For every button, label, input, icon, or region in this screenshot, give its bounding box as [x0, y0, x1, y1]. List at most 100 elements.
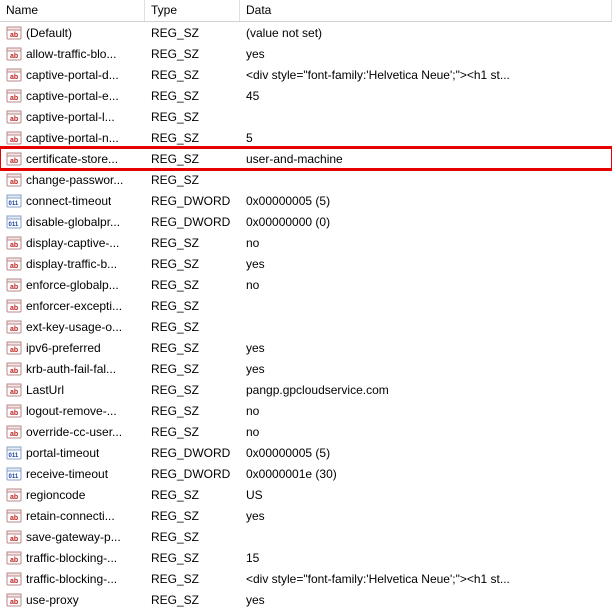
value-name: save-gateway-p...: [26, 530, 121, 544]
cell-data: user-and-machine: [240, 152, 612, 166]
registry-value-row[interactable]: save-gateway-p... REG_SZ: [0, 526, 612, 547]
cell-type: REG_DWORD: [145, 446, 240, 460]
cell-name: traffic-blocking-...: [0, 571, 145, 587]
registry-value-row[interactable]: change-passwor...REG_SZ: [0, 169, 612, 190]
cell-name: captive-portal-d...: [0, 67, 145, 83]
cell-name: captive-portal-l...: [0, 109, 145, 125]
cell-data: yes: [240, 257, 612, 271]
registry-value-row[interactable]: captive-portal-e...REG_SZ45: [0, 85, 612, 106]
registry-value-row[interactable]: logout-remove-...REG_SZno: [0, 400, 612, 421]
cell-data: 0x0000001e (30): [240, 467, 612, 481]
cell-data: 45: [240, 89, 612, 103]
registry-value-row[interactable]: ipv6-preferredREG_SZyes: [0, 337, 612, 358]
string-icon: [6, 361, 22, 377]
string-icon: [6, 151, 22, 167]
cell-type: REG_SZ: [145, 278, 240, 292]
registry-value-row[interactable]: traffic-blocking-...REG_SZ<div style="fo…: [0, 568, 612, 589]
cell-name: receive-timeout: [0, 466, 145, 482]
value-name: captive-portal-n...: [26, 131, 119, 145]
cell-data: yes: [240, 593, 612, 607]
column-header-type[interactable]: Type: [145, 0, 240, 21]
registry-value-row[interactable]: display-traffic-b...REG_SZyes: [0, 253, 612, 274]
registry-value-row[interactable]: allow-traffic-blo...REG_SZyes: [0, 43, 612, 64]
column-header-name[interactable]: Name: [0, 0, 145, 21]
registry-value-row[interactable]: override-cc-user...REG_SZno: [0, 421, 612, 442]
registry-value-row[interactable]: ext-key-usage-o...REG_SZ: [0, 316, 612, 337]
cell-name: krb-auth-fail-fal...: [0, 361, 145, 377]
cell-type: REG_SZ: [145, 299, 240, 313]
registry-value-row[interactable]: connect-timeoutREG_DWORD0x00000005 (5): [0, 190, 612, 211]
cell-name: logout-remove-...: [0, 403, 145, 419]
cell-type: REG_SZ: [145, 551, 240, 565]
registry-value-row[interactable]: portal-timeoutREG_DWORD0x00000005 (5): [0, 442, 612, 463]
cell-data: no: [240, 278, 612, 292]
value-name: override-cc-user...: [26, 425, 122, 439]
registry-value-row[interactable]: disable-globalpr... REG_DWORD0x00000000 (…: [0, 211, 612, 232]
cell-type: REG_SZ: [145, 530, 240, 544]
value-name: connect-timeout: [26, 194, 111, 208]
column-header-data[interactable]: Data: [240, 0, 612, 21]
cell-name: ext-key-usage-o...: [0, 319, 145, 335]
registry-value-row[interactable]: enforcer-excepti...REG_SZ: [0, 295, 612, 316]
value-name: logout-remove-...: [26, 404, 117, 418]
value-name: use-proxy: [26, 593, 79, 607]
cell-data: 0x00000000 (0): [240, 215, 612, 229]
value-name: ext-key-usage-o...: [26, 320, 122, 334]
cell-name: (Default): [0, 25, 145, 41]
cell-data: 5: [240, 131, 612, 145]
column-header-row: Name Type Data: [0, 0, 612, 22]
value-name: enforce-globalp...: [26, 278, 119, 292]
cell-name: traffic-blocking-...: [0, 550, 145, 566]
cell-type: REG_SZ: [145, 68, 240, 82]
cell-type: REG_SZ: [145, 488, 240, 502]
value-name: receive-timeout: [26, 467, 108, 481]
value-name: portal-timeout: [26, 446, 99, 460]
cell-name: connect-timeout: [0, 193, 145, 209]
registry-value-row[interactable]: captive-portal-l... REG_SZ: [0, 106, 612, 127]
registry-value-row[interactable]: (Default) REG_SZ(value not set): [0, 22, 612, 43]
registry-value-row[interactable]: retain-connecti...REG_SZyes: [0, 505, 612, 526]
cell-type: REG_SZ: [145, 26, 240, 40]
cell-type: REG_SZ: [145, 152, 240, 166]
registry-value-row[interactable]: display-captive-...REG_SZno: [0, 232, 612, 253]
value-name: change-passwor...: [26, 173, 123, 187]
registry-value-row[interactable]: krb-auth-fail-fal...REG_SZyes: [0, 358, 612, 379]
string-icon: [6, 298, 22, 314]
dword-icon: [6, 193, 22, 209]
cell-data: yes: [240, 362, 612, 376]
cell-data: <div style="font-family:'Helvetica Neue'…: [240, 68, 612, 82]
registry-value-row[interactable]: use-proxyREG_SZyes: [0, 589, 612, 610]
dword-icon: [6, 445, 22, 461]
cell-type: REG_DWORD: [145, 215, 240, 229]
cell-name: captive-portal-e...: [0, 88, 145, 104]
registry-value-row[interactable]: enforce-globalp... REG_SZno: [0, 274, 612, 295]
cell-type: REG_SZ: [145, 509, 240, 523]
registry-value-row[interactable]: captive-portal-n... REG_SZ5: [0, 127, 612, 148]
cell-name: change-passwor...: [0, 172, 145, 188]
string-icon: [6, 109, 22, 125]
registry-value-row[interactable]: captive-portal-d...REG_SZ<div style="fon…: [0, 64, 612, 85]
registry-value-row[interactable]: LastUrlREG_SZpangp.gpcloudservice.com: [0, 379, 612, 400]
string-icon: [6, 403, 22, 419]
cell-data: yes: [240, 509, 612, 523]
dword-icon: [6, 466, 22, 482]
cell-data: yes: [240, 341, 612, 355]
cell-data: (value not set): [240, 26, 612, 40]
value-name: display-captive-...: [26, 236, 119, 250]
registry-value-row[interactable]: certificate-store...REG_SZuser-and-machi…: [0, 148, 612, 169]
value-name: captive-portal-l...: [26, 110, 115, 124]
value-name: disable-globalpr...: [26, 215, 120, 229]
cell-data: yes: [240, 47, 612, 61]
cell-name: display-traffic-b...: [0, 256, 145, 272]
cell-type: REG_SZ: [145, 110, 240, 124]
cell-name: portal-timeout: [0, 445, 145, 461]
registry-value-row[interactable]: receive-timeoutREG_DWORD0x0000001e (30): [0, 463, 612, 484]
registry-value-row[interactable]: regioncodeREG_SZUS: [0, 484, 612, 505]
cell-type: REG_DWORD: [145, 194, 240, 208]
value-name: traffic-blocking-...: [26, 551, 117, 565]
cell-type: REG_SZ: [145, 131, 240, 145]
cell-data: US: [240, 488, 612, 502]
cell-type: REG_SZ: [145, 341, 240, 355]
registry-value-row[interactable]: traffic-blocking-...REG_SZ15: [0, 547, 612, 568]
value-name: (Default): [26, 26, 72, 40]
